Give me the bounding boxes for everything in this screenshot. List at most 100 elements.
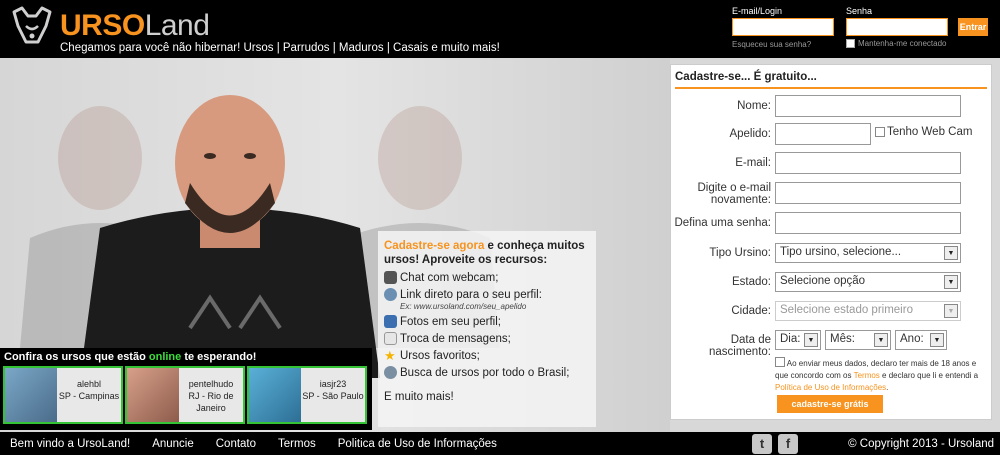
politica-link[interactable]: Política de Uso de Informações [775,383,886,392]
footer-link[interactable]: Contato [216,438,256,450]
user-info: iasjr23 SP - São Paulo [301,368,365,422]
estado-label: Estado: [732,276,771,288]
user-photo[interactable] [5,368,57,422]
apelido-input[interactable] [775,123,871,145]
webcam-box[interactable] [875,127,885,137]
main-model-photo [80,95,380,378]
nome-input[interactable] [775,95,961,117]
password-input[interactable] [846,18,948,36]
feature-item: Troca de mensagens; [384,332,590,345]
keep-connected-checkbox[interactable]: Mantenha-me conectado [846,39,947,48]
webcam-icon [384,271,397,284]
chevron-down-icon[interactable]: ▼ [944,304,958,318]
login-form: E-mail/Login Esqueceu sua senha? Senha M… [732,6,992,54]
terms-text: Ao enviar meus dados, declaro ter mais d… [775,357,987,394]
enter-button[interactable]: Entrar [958,18,988,36]
apelido-label: Apelido: [729,128,771,140]
feature-label: Busca de ursos por todo o Brasil; [400,366,570,379]
chevron-down-icon[interactable]: ▼ [804,333,818,347]
termos-link[interactable]: Termos [854,371,880,380]
estado-value: Selecione opção [780,275,866,287]
more-features: E muito mais! [384,391,454,403]
chevron-down-icon[interactable]: ▼ [930,333,944,347]
copyright: © Copyright 2013 - Ursoland [848,438,994,450]
password-label: Senha [846,6,873,16]
senha-input[interactable] [775,212,961,234]
footer: Bem vindo a UrsoLand! Anuncie Contato Te… [0,432,1000,455]
cidade-label: Cidade: [731,305,771,317]
email-label: E-mail: [735,157,771,169]
online-user-card[interactable]: alehbl SP - Campinas [3,366,123,424]
feature-label: Fotos em seu perfil; [400,315,501,328]
envelope-icon [384,332,397,345]
keep-connected-box[interactable] [846,39,855,48]
terms-checkbox[interactable] [775,357,785,367]
feature-label: Chat com webcam; [400,271,499,284]
search-icon [384,366,397,379]
footer-link[interactable]: Bem vindo a UrsoLand! [10,438,130,450]
terms-end: . [886,383,889,392]
webcam-checkbox[interactable]: Tenho Web Cam [875,126,972,138]
ano-value: Ano: [900,333,924,345]
feature-label: Troca de mensagens; [400,332,511,345]
mes-value: Mês: [830,333,855,345]
feature-label: Link direto para o seu perfil: [400,288,542,301]
bear-logo-icon [12,6,52,44]
photo-icon [384,315,397,328]
feature-item: Link direto para o seu perfil: [384,288,590,301]
keep-connected-label: Mantenha-me conectado [858,39,947,48]
user-info: alehbl SP - Campinas [57,368,121,422]
chevron-down-icon[interactable]: ▼ [944,246,958,260]
email-login-input[interactable] [732,18,834,36]
signup-form: Cadastre-se... É gratuito... Nome: Apeli… [670,64,992,420]
footer-link[interactable]: Politica de Uso de Informações [338,438,497,450]
forgot-password-link[interactable]: Esqueceu sua senha? [732,40,811,49]
footer-link[interactable]: Anuncie [152,438,194,450]
globe-icon [384,288,397,301]
online-user-card[interactable]: pentelhudo RJ - Rio de Janeiro [125,366,245,424]
facebook-icon[interactable]: f [778,434,798,454]
ano-select[interactable]: Ano: ▼ [895,330,947,350]
features-intro: Cadastre-se agora e conheça muitos ursos… [384,239,590,267]
signup-submit-button[interactable]: cadastre-se grátis [777,395,883,413]
user-photo[interactable] [127,368,179,422]
dia-value: Dia: [780,333,801,345]
online-title: Confira os ursos que estão online te esp… [4,351,257,363]
footer-link[interactable]: Termos [278,438,316,450]
star-icon: ★ [384,348,396,363]
user-photo[interactable] [249,368,301,422]
feature-item: Fotos em seu perfil; [384,315,590,328]
profile-link-example: Ex: www.ursoland.com/seu_apelido [400,302,527,311]
email-input[interactable] [775,152,961,174]
hero-banner: Cadastre-se agora e conheça muitos ursos… [0,58,670,432]
tipo-ursino-value: Tipo ursino, selecione... [780,246,902,258]
dia-select[interactable]: Dia: ▼ [775,330,821,350]
feature-item: ★ Ursos favoritos; [384,349,590,362]
chevron-down-icon[interactable]: ▼ [944,275,958,289]
features-panel: Cadastre-se agora e conheça muitos ursos… [378,231,596,427]
estado-select[interactable]: Selecione opção ▼ [775,272,961,292]
cidade-select[interactable]: Selecione estado primeiro ▼ [775,301,961,321]
senha-label: Defina uma senha: [674,217,771,229]
user-name: pentelhudo [188,379,234,389]
logo[interactable]: URSOLand [8,6,210,46]
feature-item: Busca de ursos por todo o Brasil; [384,366,590,379]
user-name: iasjr23 [319,379,347,389]
signup-now-link[interactable]: Cadastre-se agora [384,240,484,252]
online-user-list: alehbl SP - Campinas pentelhudo RJ - Rio d… [0,366,372,424]
chevron-down-icon[interactable]: ▼ [874,333,888,347]
feature-label: Ursos favoritos; [400,349,480,362]
mes-select[interactable]: Mês: ▼ [825,330,891,350]
user-location: SP - São Paulo [302,391,364,401]
terms-part-b: e declaro que li e entendi a [879,371,979,380]
cidade-value: Selecione estado primeiro [780,304,913,316]
online-user-card[interactable]: iasjr23 SP - São Paulo [247,366,367,424]
logo-text: URSOLand [60,9,210,42]
tagline: Chegamos para você não hibernar! Ursos |… [60,42,500,54]
signup-title: Cadastre-se... É gratuito... [675,71,987,89]
tipo-ursino-select[interactable]: Tipo ursino, selecione... ▼ [775,243,961,263]
user-name: alehbl [76,379,102,389]
twitter-icon[interactable]: t [752,434,772,454]
feature-item: Chat com webcam; [384,271,590,284]
email-confirm-input[interactable] [775,182,961,204]
